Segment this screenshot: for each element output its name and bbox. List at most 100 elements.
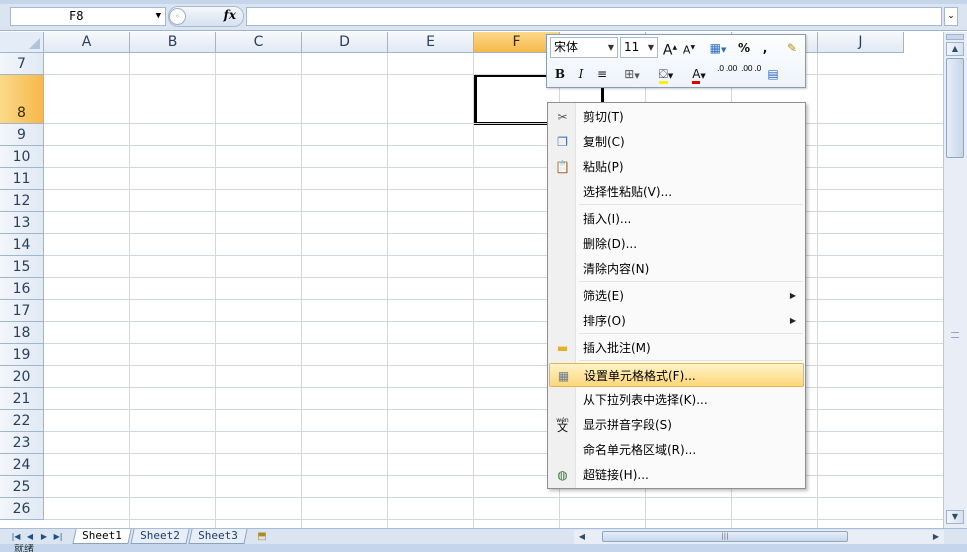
expand-formula-bar-button[interactable]: ⌄ (944, 7, 958, 26)
row-header-22[interactable]: 22 (0, 410, 44, 432)
grid-line (44, 475, 943, 476)
grip-icon[interactable]: ◦ (169, 8, 186, 25)
horizontal-scrollbar[interactable]: ◀ ||| ▶ (574, 530, 944, 544)
select-all-corner[interactable] (0, 32, 44, 53)
horizontal-scroll-thumb[interactable]: ||| (602, 531, 848, 542)
scroll-down-icon[interactable]: ▼ (946, 510, 964, 524)
row-number: 7 (17, 56, 26, 72)
grow-font-button[interactable]: A▲ (662, 38, 678, 59)
column-header-d[interactable]: D (302, 32, 388, 53)
paste-icon: 📋 (555, 160, 570, 174)
column-header-e[interactable]: E (388, 32, 474, 53)
row-header-19[interactable]: 19 (0, 344, 44, 366)
font-size-select[interactable]: 11 ▼ (620, 37, 658, 58)
menu-item-4[interactable]: 选择性粘贴(V)... (549, 180, 804, 204)
column-header-a[interactable]: A (44, 32, 130, 53)
sheet-tab-3[interactable]: Sheet3 (188, 529, 248, 544)
row-header-25[interactable]: 25 (0, 476, 44, 498)
borders-button[interactable]: ⊞▼ (617, 64, 647, 84)
first-sheet-icon[interactable]: |◀ (10, 530, 22, 543)
chevron-down-icon[interactable]: ▼ (608, 38, 614, 57)
last-sheet-icon[interactable]: ▶| (52, 530, 64, 543)
name-box[interactable]: F8 ▼ (10, 7, 166, 26)
menu-item-10[interactable]: ▬ 插入批注(M) (549, 336, 804, 360)
row-header-8[interactable]: 8 (0, 75, 44, 124)
row-header-18[interactable]: 18 (0, 322, 44, 344)
grid-line (44, 211, 943, 212)
menu-item-label: 从下拉列表中选择(K)... (583, 393, 708, 407)
comma-style-button[interactable]: , (759, 38, 771, 58)
menu-item-13[interactable]: wén 文显示拼音字段(S) (549, 413, 804, 437)
row-header-7[interactable]: 7 (0, 53, 44, 75)
row-header-13[interactable]: 13 (0, 212, 44, 234)
menu-item-14[interactable]: 命名单元格区域(R)... (549, 438, 804, 462)
sheet-tab-1[interactable]: Sheet1 (72, 529, 132, 544)
row-header-23[interactable]: 23 (0, 432, 44, 454)
hyperlink-icon: ◍ (557, 468, 568, 482)
row-header-24[interactable]: 24 (0, 454, 44, 476)
split-handle[interactable] (946, 34, 964, 40)
column-header-c[interactable]: C (216, 32, 302, 53)
menu-item-9[interactable]: 排序(O) ▶ (549, 309, 804, 333)
menu-item-3[interactable]: 📋 粘贴(P) (549, 155, 804, 179)
increase-decimal-button[interactable]: .0 .00 (717, 64, 737, 84)
row-header-15[interactable]: 15 (0, 256, 44, 278)
vertical-scroll-thumb[interactable] (946, 58, 964, 158)
menu-item-2[interactable]: ❐ 复制(C) (549, 130, 804, 154)
menu-item-12[interactable]: 从下拉列表中选择(K)... (549, 388, 804, 412)
row-header-26[interactable]: 26 (0, 498, 44, 520)
menu-item-6[interactable]: 删除(D)... (549, 232, 804, 256)
column-header-b[interactable]: B (130, 32, 216, 53)
row-header-9[interactable]: 9 (0, 124, 44, 146)
italic-button[interactable]: I (572, 64, 590, 84)
row-header-16[interactable]: 16 (0, 278, 44, 300)
row-header-17[interactable]: 17 (0, 300, 44, 322)
grid-line (44, 409, 943, 410)
decrease-decimal-button[interactable]: .00 .0 (741, 64, 761, 84)
fill-color-button[interactable]: ⛋▼ (651, 64, 681, 84)
chevron-down-icon[interactable]: ▼ (648, 38, 654, 57)
prev-sheet-icon[interactable]: ◀ (24, 530, 36, 543)
font-color-button[interactable]: A▼ (685, 64, 713, 84)
row-number: 22 (12, 413, 31, 429)
scroll-up-icon[interactable]: ▲ (946, 42, 964, 56)
submenu-arrow-icon: ▶ (789, 316, 796, 325)
vertical-scrollbar[interactable]: ▲ ▼ (943, 32, 967, 528)
menu-item-7[interactable]: 清除内容(N) (549, 257, 804, 281)
percent-style-button[interactable]: % (737, 38, 751, 58)
submenu-arrow-icon: ▶ (789, 291, 796, 300)
menu-item-15[interactable]: ◍ 超链接(H)... (549, 463, 804, 487)
row-header-21[interactable]: 21 (0, 388, 44, 410)
formula-bar: F8 ▼ ◦ fx ⌄ (0, 0, 967, 31)
menu-item-1[interactable]: ✂ 剪切(T) (549, 105, 804, 129)
row-header-12[interactable]: 12 (0, 190, 44, 212)
scroll-left-icon[interactable]: ◀ (576, 531, 588, 543)
menu-item-11[interactable]: ▦ 设置单元格格式(F)... (549, 363, 804, 387)
format-painter-icon[interactable]: ✎ (783, 38, 801, 58)
row-header-11[interactable]: 11 (0, 168, 44, 190)
menu-item-label: 粘贴(P) (583, 160, 624, 174)
insert-function-button[interactable]: fx (224, 8, 236, 22)
shrink-font-button[interactable]: A▼ (681, 38, 697, 58)
chevron-down-icon[interactable]: ▼ (156, 8, 161, 25)
merge-center-icon[interactable]: ▤ (763, 64, 783, 84)
next-sheet-icon[interactable]: ▶ (38, 530, 50, 543)
insert-sheet-icon[interactable]: ⬒ (252, 530, 272, 543)
font-name-select[interactable]: 宋体 ▼ (550, 37, 618, 58)
grid-line (44, 497, 943, 498)
sheet-tab-2[interactable]: Sheet2 (130, 529, 190, 544)
grid-line (44, 189, 943, 190)
menu-item-8[interactable]: 筛选(E) ▶ (549, 284, 804, 308)
row-header-14[interactable]: 14 (0, 234, 44, 256)
grid-line (44, 74, 943, 75)
row-header-10[interactable]: 10 (0, 146, 44, 168)
accounting-format-button[interactable]: ▦▼ (703, 38, 733, 58)
bold-button[interactable]: B (551, 64, 569, 84)
scroll-right-icon[interactable]: ▶ (930, 531, 942, 543)
menu-item-5[interactable]: 插入(I)... (549, 207, 804, 231)
row-header-20[interactable]: 20 (0, 366, 44, 388)
align-center-icon[interactable]: ≡ (593, 64, 611, 84)
menu-item-label: 超链接(H)... (583, 468, 649, 482)
column-header-j[interactable]: J (818, 32, 904, 53)
formula-input[interactable] (246, 7, 942, 26)
